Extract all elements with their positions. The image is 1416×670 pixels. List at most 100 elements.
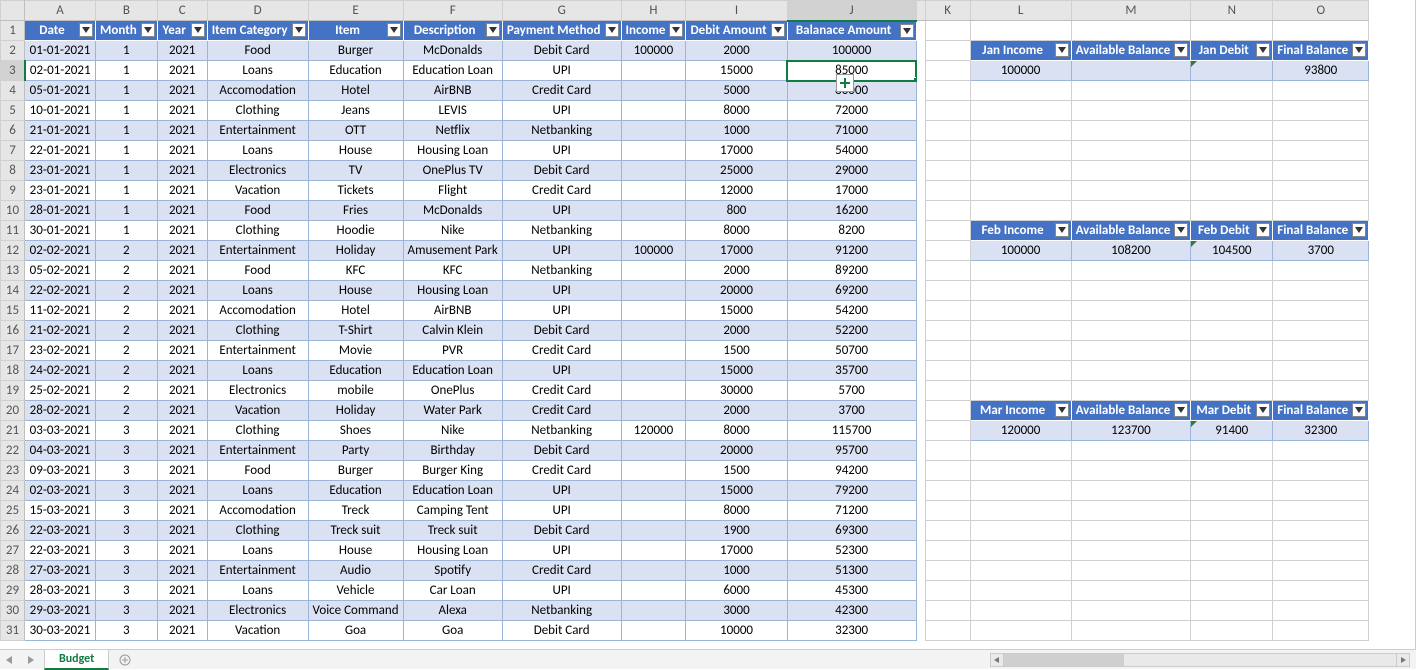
data-cell[interactable]: 8200 — [787, 221, 916, 241]
summary-header-cell[interactable]: Jan Debit — [1191, 41, 1273, 61]
table-header-cell[interactable]: Year — [157, 21, 207, 41]
empty-cell[interactable] — [970, 141, 1071, 161]
empty-cell[interactable] — [970, 321, 1071, 341]
data-cell[interactable]: Credit Card — [502, 381, 621, 401]
empty-cell[interactable] — [1273, 541, 1369, 561]
data-cell[interactable]: Netbanking — [502, 221, 621, 241]
data-cell[interactable] — [621, 181, 686, 201]
summary-header-cell[interactable]: Available Balance — [1071, 221, 1191, 241]
empty-cell[interactable] — [1191, 101, 1273, 121]
empty-cell[interactable] — [925, 261, 970, 281]
data-cell[interactable]: 52300 — [787, 541, 916, 561]
row-header[interactable]: 1 — [1, 21, 25, 41]
empty-cell[interactable] — [1273, 341, 1369, 361]
empty-cell[interactable] — [1191, 521, 1273, 541]
data-cell[interactable]: House — [308, 281, 403, 301]
empty-cell[interactable] — [1191, 81, 1273, 101]
filter-dropdown-icon[interactable] — [1055, 403, 1069, 417]
data-cell[interactable]: 2021 — [157, 501, 207, 521]
data-cell[interactable]: Car Loan — [403, 581, 502, 601]
empty-cell[interactable] — [970, 21, 1071, 41]
summary-value-cell[interactable]: 100000 — [970, 61, 1071, 81]
data-cell[interactable]: Loans — [207, 281, 308, 301]
data-cell[interactable]: Credit Card — [502, 341, 621, 361]
data-cell[interactable]: 16200 — [787, 201, 916, 221]
data-cell[interactable]: 3 — [96, 621, 158, 641]
data-cell[interactable]: 3 — [96, 461, 158, 481]
data-cell[interactable]: 2 — [96, 241, 158, 261]
empty-cell[interactable] — [1273, 461, 1369, 481]
row-header[interactable]: 13 — [1, 261, 25, 281]
summary-value-cell[interactable]: 123700 — [1071, 421, 1191, 441]
row-header[interactable]: 11 — [1, 221, 25, 241]
data-cell[interactable] — [621, 141, 686, 161]
empty-cell[interactable] — [970, 561, 1071, 581]
empty-cell[interactable] — [1071, 281, 1191, 301]
data-cell[interactable]: Alexa — [403, 601, 502, 621]
row-header[interactable]: 22 — [1, 441, 25, 461]
data-cell[interactable]: 2021 — [157, 341, 207, 361]
data-cell[interactable]: 1 — [96, 41, 158, 61]
data-cell[interactable]: 2021 — [157, 261, 207, 281]
filter-dropdown-icon[interactable] — [1174, 403, 1188, 417]
data-cell[interactable]: 3 — [96, 501, 158, 521]
autofill-options-icon[interactable] — [836, 74, 854, 92]
filter-dropdown-icon[interactable] — [1352, 43, 1366, 57]
data-cell[interactable]: 1 — [96, 161, 158, 181]
data-cell[interactable]: Netbanking — [502, 601, 621, 621]
data-cell[interactable]: 02-02-2021 — [25, 241, 96, 261]
row-header[interactable]: 28 — [1, 561, 25, 581]
data-cell[interactable]: mobile — [308, 381, 403, 401]
empty-cell[interactable] — [970, 601, 1071, 621]
empty-cell[interactable] — [1071, 121, 1191, 141]
empty-cell[interactable] — [925, 621, 970, 641]
data-cell[interactable]: 8000 — [686, 501, 787, 521]
empty-cell[interactable] — [970, 301, 1071, 321]
data-cell[interactable]: 3 — [96, 521, 158, 541]
empty-cell[interactable] — [1191, 501, 1273, 521]
data-cell[interactable]: Credit Card — [502, 561, 621, 581]
empty-cell[interactable] — [925, 361, 970, 381]
summary-value-cell[interactable]: 32300 — [1273, 421, 1369, 441]
data-cell[interactable] — [621, 81, 686, 101]
data-cell[interactable]: 8000 — [686, 101, 787, 121]
data-cell[interactable]: 2000 — [686, 261, 787, 281]
data-cell[interactable]: Clothing — [207, 421, 308, 441]
column-header[interactable]: I — [686, 1, 787, 21]
empty-cell[interactable] — [925, 441, 970, 461]
empty-cell[interactable] — [970, 181, 1071, 201]
column-header[interactable]: E — [308, 1, 403, 21]
data-cell[interactable]: 30000 — [686, 381, 787, 401]
empty-cell[interactable] — [1273, 141, 1369, 161]
data-cell[interactable] — [621, 101, 686, 121]
data-cell[interactable]: Hotel — [308, 301, 403, 321]
data-cell[interactable]: Housing Loan — [403, 541, 502, 561]
data-cell[interactable] — [621, 441, 686, 461]
empty-cell[interactable] — [1273, 321, 1369, 341]
filter-dropdown-icon[interactable] — [1352, 403, 1366, 417]
filter-dropdown-icon[interactable] — [1055, 43, 1069, 57]
empty-cell[interactable] — [1273, 381, 1369, 401]
data-cell[interactable]: 3 — [96, 561, 158, 581]
filter-dropdown-icon[interactable] — [1352, 223, 1366, 237]
data-cell[interactable]: Loans — [207, 581, 308, 601]
empty-cell[interactable] — [1191, 281, 1273, 301]
data-cell[interactable]: House — [308, 541, 403, 561]
empty-cell[interactable] — [925, 281, 970, 301]
data-cell[interactable]: 17000 — [686, 541, 787, 561]
data-cell[interactable]: 89200 — [787, 261, 916, 281]
data-cell[interactable]: TV — [308, 161, 403, 181]
data-cell[interactable] — [621, 301, 686, 321]
row-header[interactable]: 8 — [1, 161, 25, 181]
filter-dropdown-icon[interactable] — [141, 23, 155, 37]
filter-dropdown-icon[interactable] — [387, 23, 401, 37]
data-cell[interactable]: Holiday — [308, 401, 403, 421]
data-cell[interactable]: 2021 — [157, 381, 207, 401]
empty-cell[interactable] — [1071, 301, 1191, 321]
table-header-cell[interactable]: Month — [96, 21, 158, 41]
data-cell[interactable]: Debit Card — [502, 521, 621, 541]
row-header[interactable]: 23 — [1, 461, 25, 481]
data-cell[interactable]: 3 — [96, 601, 158, 621]
summary-value-cell[interactable]: 100000 — [970, 241, 1071, 261]
row-header[interactable]: 20 — [1, 401, 25, 421]
